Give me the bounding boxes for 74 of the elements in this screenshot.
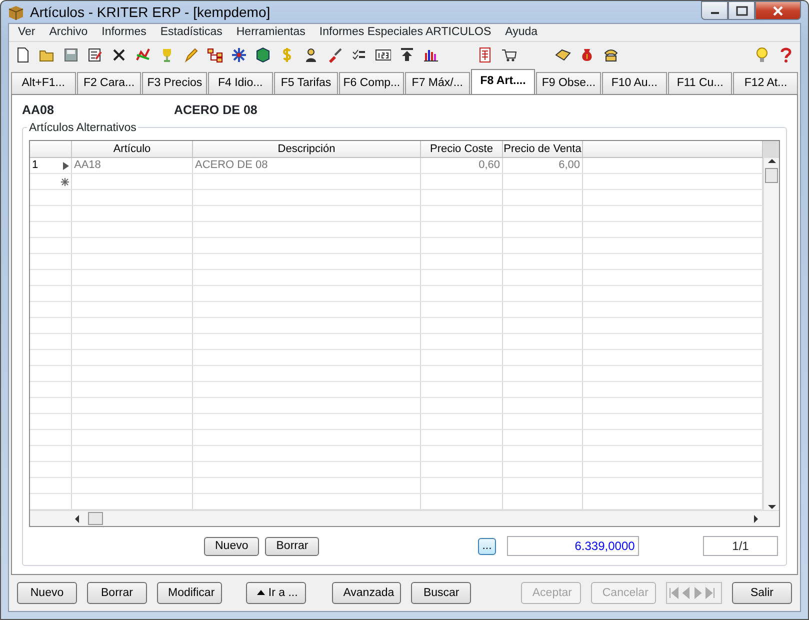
maximize-icon: [736, 6, 748, 16]
grid-action-button[interactable]: Nuevo: [204, 536, 260, 556]
menu-item[interactable]: Ayuda: [498, 24, 545, 42]
scroll-right-icon: [753, 514, 759, 522]
tab[interactable]: F3 Precios: [142, 72, 208, 94]
tab[interactable]: F8 Art....: [470, 69, 536, 94]
asterisk-icon[interactable]: [231, 47, 247, 63]
grid-action-button[interactable]: Borrar: [265, 536, 320, 556]
menu-item[interactable]: Estadísticas: [153, 24, 230, 42]
hierarchy-icon[interactable]: [207, 47, 223, 63]
close-icon: [772, 6, 784, 16]
column-header: Artículo: [72, 141, 193, 158]
brush-icon[interactable]: [327, 47, 343, 63]
pager-field[interactable]: 1/1: [703, 536, 778, 556]
lightbulb-icon[interactable]: [754, 47, 770, 63]
chart-lines-icon[interactable]: [135, 47, 151, 63]
action-button[interactable]: Modificar: [157, 582, 222, 604]
scroll-thumb[interactable]: [765, 168, 778, 183]
tab[interactable]: F2 Cara...: [76, 72, 142, 94]
new-row-icon: [61, 178, 69, 186]
scroll-thumb[interactable]: [88, 512, 103, 525]
tab[interactable]: F5 Tarifas: [274, 72, 338, 94]
up-triangle-icon: [257, 589, 266, 596]
upload-icon[interactable]: [399, 47, 415, 63]
total-field[interactable]: 6.339,0000: [506, 536, 639, 556]
table-cell: 6,00: [503, 158, 583, 173]
pencil-icon[interactable]: [183, 47, 199, 63]
action-button[interactable]: Salir: [732, 582, 792, 604]
column-header: Precio Coste: [421, 141, 503, 158]
item-code: AA08: [22, 102, 55, 117]
table-cell: AA18: [72, 158, 193, 173]
tab[interactable]: F4 Idio...: [208, 72, 273, 94]
horizontal-scrollbar[interactable]: [30, 510, 779, 526]
calculator-icon[interactable]: [477, 47, 493, 63]
maximize-button[interactable]: [728, 1, 755, 20]
item-name: ACERO DE 08: [174, 102, 258, 117]
help-icon[interactable]: [778, 47, 794, 63]
vertical-scrollbar[interactable]: [763, 141, 779, 510]
close-button[interactable]: [755, 1, 801, 20]
tab[interactable]: F11 Cu...: [668, 72, 732, 94]
menu-item[interactable]: Ver: [11, 24, 42, 42]
column-header: Precio de Venta: [503, 141, 583, 158]
window-title: Artículos - KRITER ERP - [kempdemo]: [30, 2, 270, 22]
tab[interactable]: F9 Obse...: [536, 72, 602, 94]
action-button[interactable]: Borrar: [87, 582, 147, 604]
save-icon[interactable]: [63, 47, 79, 63]
person-icon[interactable]: [303, 47, 319, 63]
goto-button[interactable]: Ir a ...: [246, 582, 306, 604]
menu-item[interactable]: Informes Especiales ARTICULOS: [312, 24, 498, 42]
action-button[interactable]: Avanzada: [332, 582, 402, 604]
delete-icon[interactable]: [111, 47, 127, 63]
action-button[interactable]: Buscar: [411, 582, 472, 604]
row-number: 1: [32, 158, 38, 173]
minimize-button[interactable]: [701, 1, 728, 20]
more-button[interactable]: ...: [478, 538, 496, 554]
tab[interactable]: Alt+F1...: [11, 72, 76, 94]
menu-item[interactable]: Herramientas: [229, 24, 312, 42]
tab[interactable]: F10 Au...: [602, 72, 667, 94]
cart-icon[interactable]: [501, 47, 517, 63]
menu-item[interactable]: Archivo: [42, 24, 95, 42]
table-cell: 0,60: [421, 158, 503, 173]
tab[interactable]: F12 At...: [733, 72, 798, 94]
box-icon: [8, 4, 24, 20]
numeric-icon[interactable]: [375, 47, 391, 63]
tab[interactable]: F6 Comp...: [339, 72, 404, 94]
tab[interactable]: F7 Máx/...: [405, 72, 470, 94]
new-document-icon[interactable]: [15, 47, 31, 63]
action-button[interactable]: Nuevo: [17, 582, 77, 604]
edit-icon[interactable]: [87, 47, 103, 63]
menu-item[interactable]: Informes: [94, 24, 154, 42]
bar-chart-icon[interactable]: [423, 47, 439, 63]
scroll-left-icon: [74, 514, 80, 522]
column-header: Descripción: [193, 141, 421, 158]
table-cell: ACERO DE 08: [193, 158, 421, 173]
